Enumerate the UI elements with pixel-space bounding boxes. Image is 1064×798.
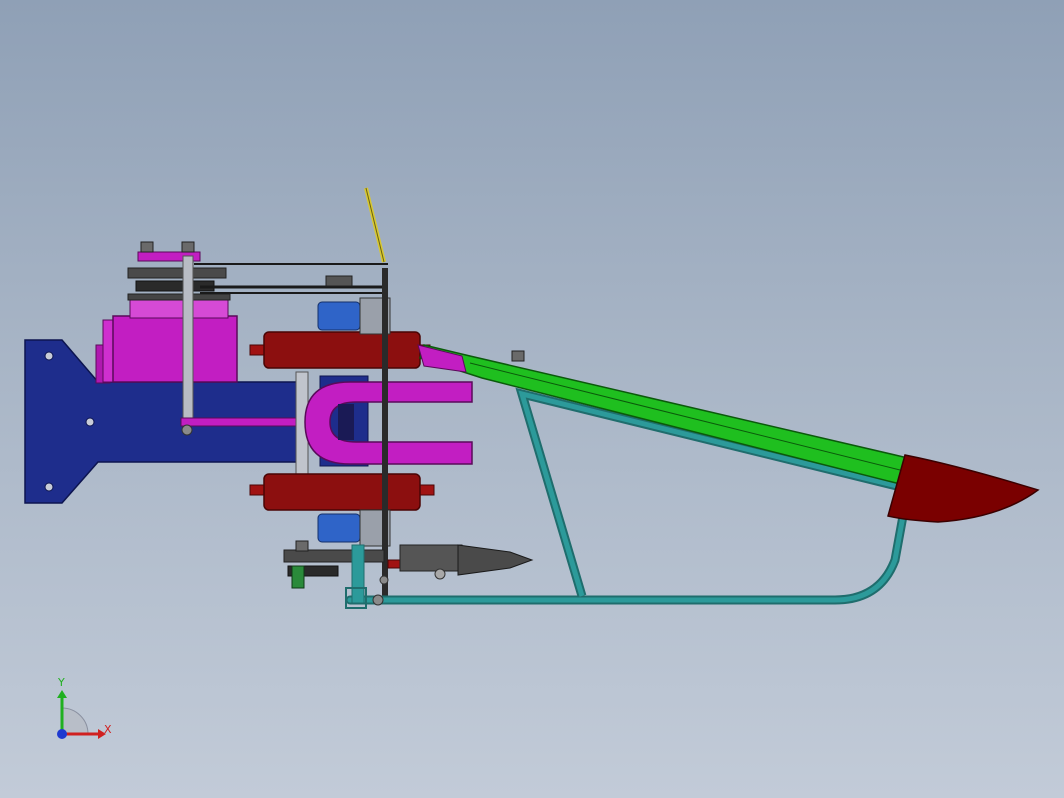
triad-y-label: Y [57, 676, 65, 689]
base-hole-bottom [44, 482, 54, 492]
gearbox[interactable] [95, 293, 238, 384]
gearbox-top-cap [129, 297, 229, 319]
base-hole-top [44, 351, 54, 361]
assembly-model[interactable] [0, 0, 1064, 798]
upper-bearing-body [317, 301, 361, 331]
arm-bolt [511, 350, 525, 362]
lower-green-bolt [291, 565, 305, 589]
blade-holder [399, 544, 463, 572]
frame-foot-nut [372, 594, 384, 606]
upper-bearing[interactable] [317, 297, 391, 335]
frame-post-nut [379, 575, 389, 585]
fork-inner-shadow [338, 404, 354, 440]
chain-drive[interactable] [127, 241, 388, 294]
lower-bearing-body [317, 513, 361, 543]
fork-yoke[interactable] [304, 381, 473, 465]
rod-body [182, 255, 194, 427]
rod-lower-link [180, 417, 302, 427]
upper-clamp-block [263, 331, 421, 369]
lower-clamp[interactable] [249, 473, 435, 511]
fork-outer [304, 381, 473, 465]
upper-sprocket-plate [127, 267, 227, 279]
lower-clamp-block [263, 473, 421, 511]
base-hole-mid [85, 417, 95, 427]
lower-bearing[interactable] [317, 509, 391, 547]
orientation-triad[interactable]: X Y [40, 670, 130, 760]
arm-body [419, 344, 909, 485]
upper-idler [325, 275, 353, 287]
rod-lower-nut [181, 424, 193, 436]
lower-sprocket-plate [283, 549, 385, 563]
triad-y-arrow [57, 690, 67, 698]
blade-tip [457, 544, 534, 576]
cad-viewport[interactable]: X Y [0, 0, 1064, 798]
blade-washer [434, 568, 446, 580]
gearbox-housing [112, 315, 238, 383]
frame-left-post [351, 544, 365, 604]
triad-x-label: X [104, 723, 112, 736]
gearbox-top-ring [127, 293, 231, 301]
end-cap[interactable] [887, 454, 1040, 523]
side-plate-body [382, 268, 388, 598]
teal-frame[interactable] [345, 387, 910, 609]
upper-clamp[interactable] [249, 331, 431, 369]
yellow-lever-outline [365, 187, 385, 263]
arm-edge [469, 362, 901, 471]
upper-nut-left [140, 241, 154, 253]
cutter-blade[interactable] [399, 544, 534, 580]
upper-nut-right [181, 241, 195, 253]
triad-arc [61, 707, 89, 735]
lower-nut [295, 540, 309, 552]
triad-z-axis [57, 729, 67, 739]
green-arm[interactable] [417, 344, 909, 485]
